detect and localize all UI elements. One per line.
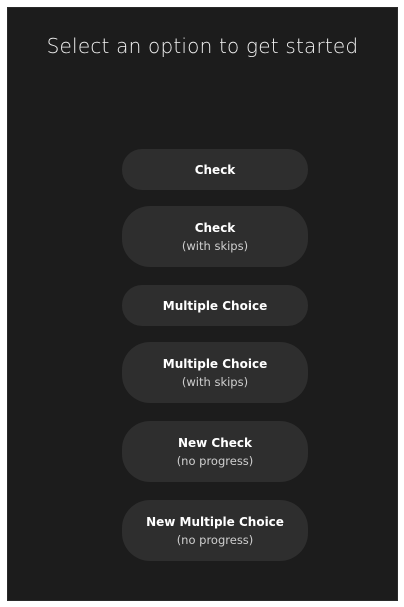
- check-button[interactable]: Check: [122, 149, 308, 190]
- new-multiple-choice-button[interactable]: New Multiple Choice (no progress): [122, 500, 308, 561]
- option-list: Check Check (with skips) Multiple Choice…: [122, 149, 308, 579]
- new-check-button[interactable]: New Check (no progress): [122, 421, 308, 482]
- multiple-choice-with-skips-button-label: Multiple Choice: [162, 356, 268, 371]
- multiple-choice-with-skips-button[interactable]: Multiple Choice (with skips): [122, 342, 308, 403]
- multiple-choice-with-skips-button-sublabel: (with skips): [181, 374, 249, 389]
- multiple-choice-button[interactable]: Multiple Choice: [122, 285, 308, 326]
- check-button-label: Check: [194, 162, 236, 177]
- new-multiple-choice-button-label: New Multiple Choice: [146, 514, 284, 529]
- multiple-choice-button-label: Multiple Choice: [162, 298, 268, 313]
- check-with-skips-button[interactable]: Check (with skips): [122, 206, 308, 267]
- new-multiple-choice-button-sublabel: (no progress): [176, 532, 254, 547]
- new-check-button-label: New Check: [177, 435, 253, 450]
- check-with-skips-button-label: Check: [194, 220, 236, 235]
- new-check-button-sublabel: (no progress): [176, 453, 254, 468]
- app-window: Select an option to get started Check Ch…: [7, 7, 398, 601]
- check-with-skips-button-sublabel: (with skips): [181, 238, 249, 253]
- page-title: Select an option to get started: [46, 34, 359, 58]
